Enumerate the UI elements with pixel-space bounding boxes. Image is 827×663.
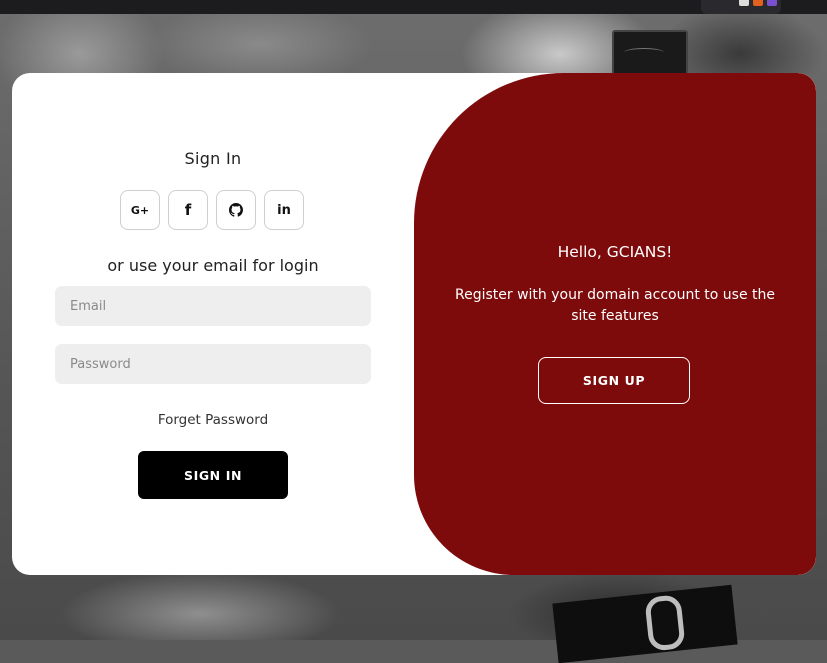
linkedin-icon: in xyxy=(277,202,291,218)
brave-shield-icon[interactable] xyxy=(753,0,763,6)
google-plus-button[interactable]: G+ xyxy=(120,190,160,230)
profile-icon[interactable] xyxy=(767,0,777,6)
github-icon xyxy=(229,203,243,217)
signin-panel: Sign In G+ f in or use your email for lo… xyxy=(12,73,414,575)
signin-button[interactable]: SIGN IN xyxy=(138,451,288,499)
signup-panel: Hello, GCIANS! Register with your domain… xyxy=(414,73,816,575)
extension-icon[interactable] xyxy=(739,0,749,6)
password-field[interactable] xyxy=(55,344,371,384)
browser-bar xyxy=(0,0,827,14)
github-button[interactable] xyxy=(216,190,256,230)
register-message: Register with your domain account to use… xyxy=(455,287,775,324)
email-field[interactable] xyxy=(55,286,371,326)
signin-title: Sign In xyxy=(184,149,242,168)
facebook-icon: f xyxy=(184,201,192,219)
signup-button[interactable]: SIGN UP xyxy=(538,357,690,404)
social-login-group: G+ f in xyxy=(120,190,310,232)
medical-monitor-display xyxy=(552,584,738,663)
google-plus-icon: G+ xyxy=(130,203,150,217)
alt-login-text: or use your email for login xyxy=(107,256,319,275)
browser-extensions xyxy=(701,0,781,14)
facebook-button[interactable]: f xyxy=(168,190,208,230)
forgot-password-link[interactable]: Forget Password xyxy=(12,412,414,428)
greeting-heading: Hello, GCIANS! xyxy=(557,243,673,261)
auth-card: Sign In G+ f in or use your email for lo… xyxy=(12,73,816,575)
linkedin-button[interactable]: in xyxy=(264,190,304,230)
